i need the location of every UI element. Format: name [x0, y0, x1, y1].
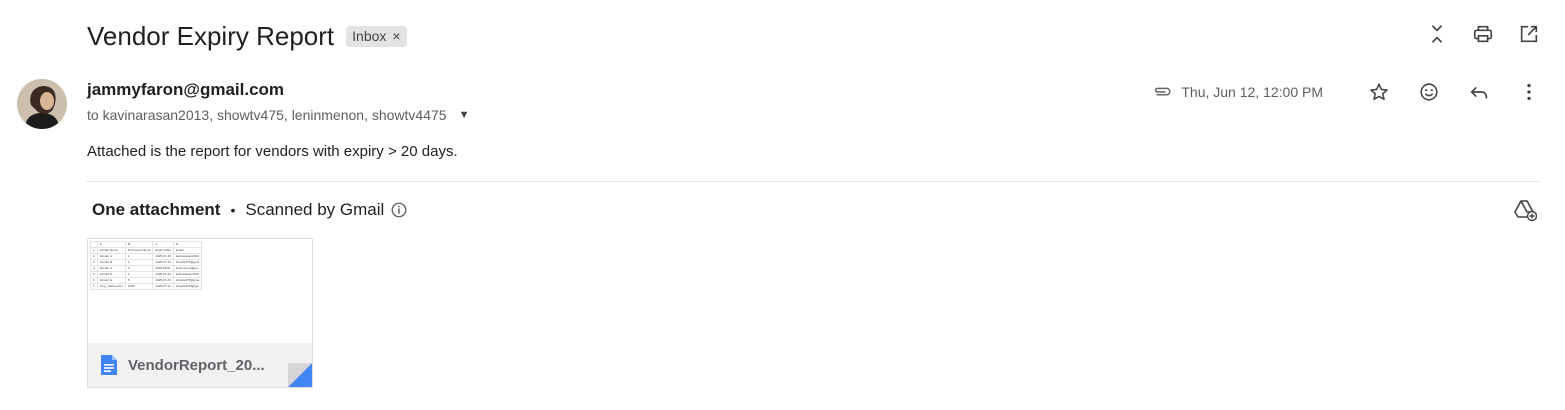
attachment-divider [87, 181, 1541, 182]
print-icon[interactable] [1471, 22, 1495, 46]
attachment-footer: VendorReport_20... [88, 343, 312, 387]
message-meta: Thu, Jun 12, 12:00 PM [1151, 80, 1541, 104]
separator-dot: • [230, 202, 236, 218]
email-subject: Vendor Expiry Report [87, 20, 335, 51]
message-date: Thu, Jun 12, 12:00 PM [1181, 84, 1323, 100]
recipients-text: to kavinarasan2013, showtv475, leninmeno… [87, 107, 447, 123]
collapse-all-icon[interactable] [1425, 22, 1449, 46]
preview-cell: Expiry Date [152, 247, 174, 254]
preview-cell: 1000 [124, 283, 154, 290]
sender-avatar[interactable] [17, 79, 67, 129]
preview-row: 7 Tony_Stark-prAnt 1000 2025-07-11 showt… [90, 283, 203, 290]
message-body: Attached is the report for vendors with … [87, 143, 458, 160]
corner-fold [288, 363, 312, 387]
preview-cell: 2025-07-18 [152, 253, 174, 260]
google-docs-icon [101, 355, 117, 375]
preview-cell: 2025-07-15 [152, 271, 174, 278]
preview-cell: showtv475@gma [172, 277, 203, 284]
star-icon[interactable] [1367, 80, 1391, 104]
attachment-preview: A B C D 1 Vendor Name Document Numb Expi… [88, 239, 312, 343]
label-chip-text[interactable]: Inbox [352, 28, 386, 44]
open-in-new-window-icon[interactable] [1517, 22, 1541, 46]
scanned-by-gmail: Scanned by Gmail [245, 200, 385, 219]
preview-cell: Tony_Stark-prAnt [96, 283, 126, 290]
attachment-file-name: VendorReport_20... [128, 356, 265, 374]
add-to-drive-icon[interactable] [1513, 198, 1537, 222]
sender-email[interactable]: jammyfaron@gmail.com [87, 80, 284, 100]
attachment-count: One attachment [92, 200, 221, 219]
preview-cell: 2025-07-11 [152, 283, 174, 290]
paperclip-icon [1155, 87, 1171, 96]
preview-cell: showtv4475@gm [172, 283, 203, 290]
reply-icon[interactable] [1467, 80, 1491, 104]
preview-cell: kavinarasan2013 [172, 271, 203, 278]
attachment-card[interactable]: A B C D 1 Vendor Name Document Numb Expi… [87, 238, 313, 388]
subject-row: Vendor Expiry Report Inbox × [87, 18, 407, 54]
info-icon[interactable] [390, 201, 408, 219]
more-vert-icon[interactable] [1517, 80, 1541, 104]
emoji-icon[interactable] [1417, 80, 1441, 104]
preview-sheet: A B C D 1 Vendor Name Document Numb Expi… [90, 241, 203, 290]
remove-label-icon[interactable]: × [392, 28, 400, 44]
preview-cell: Document Numb [124, 247, 154, 254]
preview-cell: 7 [90, 283, 98, 290]
preview-cell: kavinarasan2013 [172, 253, 203, 260]
attachments-header: One attachment • Scanned by Gmail [92, 200, 408, 220]
preview-cell: 2025-08-01 [152, 265, 174, 272]
preview-cell: 2025-07-19 [152, 259, 174, 266]
preview-cell: leninmenon@gm [172, 265, 203, 272]
thread-actions [1425, 22, 1541, 46]
preview-cell: showtv475@gma [172, 259, 203, 266]
preview-cell: 2025-07-20 [152, 277, 174, 284]
recipients-line: to kavinarasan2013, showtv475, leninmeno… [87, 107, 469, 123]
inbox-label-chip[interactable]: Inbox × [346, 25, 407, 47]
show-details-dropdown-icon[interactable]: ▼ [459, 109, 470, 121]
